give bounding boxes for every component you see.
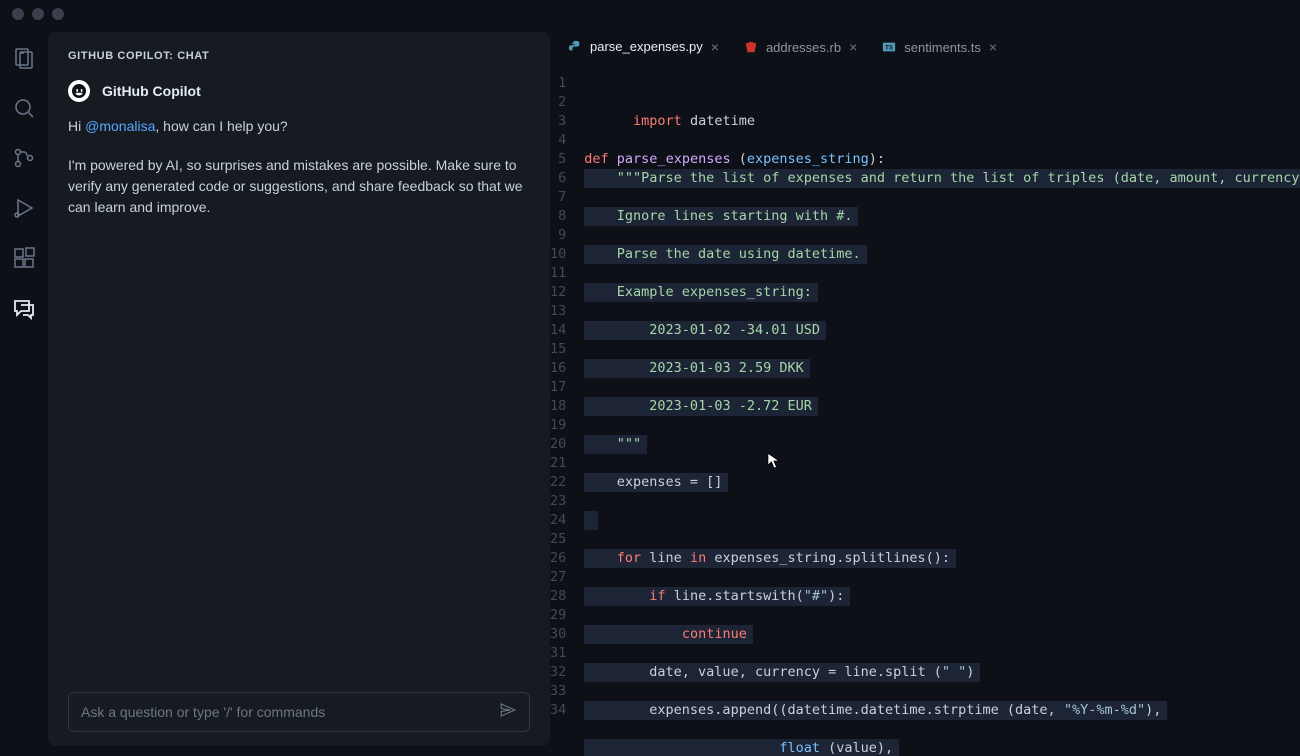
line-number: 7 bbox=[550, 188, 566, 207]
line-number: 19 bbox=[550, 416, 566, 435]
code-line[interactable]: 2023-01-03 2.59 DKK bbox=[584, 359, 809, 378]
activity-bar bbox=[0, 28, 48, 756]
copilot-chat-panel: GITHUB COPILOT: CHAT GitHub Copilot Hi @… bbox=[48, 32, 550, 746]
code-editor[interactable]: 1234567891011121314151617181920212223242… bbox=[550, 66, 1300, 756]
line-number: 32 bbox=[550, 663, 566, 682]
line-number: 29 bbox=[550, 606, 566, 625]
code-line[interactable]: continue bbox=[584, 625, 753, 644]
line-number: 33 bbox=[550, 682, 566, 701]
tab-label: parse_expenses.py bbox=[590, 39, 703, 54]
close-icon[interactable]: × bbox=[989, 39, 997, 55]
line-number: 17 bbox=[550, 378, 566, 397]
line-number: 6 bbox=[550, 169, 566, 188]
line-number: 24 bbox=[550, 511, 566, 530]
line-number: 1 bbox=[550, 74, 566, 93]
line-number: 2 bbox=[550, 93, 566, 112]
chat-body: GitHub Copilot Hi @monalisa, how can I h… bbox=[48, 80, 550, 692]
py-file-icon bbox=[568, 40, 582, 54]
copilot-avatar-icon bbox=[68, 80, 90, 102]
main-area: GITHUB COPILOT: CHAT GitHub Copilot Hi @… bbox=[0, 28, 1300, 756]
line-number: 5 bbox=[550, 150, 566, 169]
code-line[interactable]: Ignore lines starting with #. bbox=[584, 207, 858, 226]
line-number: 30 bbox=[550, 625, 566, 644]
chat-disclaimer: I'm powered by AI, so surprises and mist… bbox=[68, 155, 530, 218]
line-number: 34 bbox=[550, 701, 566, 720]
tab-addresses-rb[interactable]: addresses.rb × bbox=[732, 28, 870, 66]
line-number: 10 bbox=[550, 245, 566, 264]
tab-label: sentiments.ts bbox=[904, 40, 981, 55]
source-control-icon[interactable] bbox=[12, 146, 36, 170]
line-number: 21 bbox=[550, 454, 566, 473]
code-line[interactable]: def parse_expenses (expenses_string): bbox=[584, 151, 885, 167]
editor-area: parse_expenses.py × addresses.rb × TS sentime… bbox=[550, 28, 1300, 756]
tab-parse_expenses-py[interactable]: parse_expenses.py × bbox=[556, 28, 732, 66]
line-number: 11 bbox=[550, 264, 566, 283]
line-number: 15 bbox=[550, 340, 566, 359]
rb-file-icon bbox=[744, 40, 758, 54]
line-number: 26 bbox=[550, 549, 566, 568]
line-number: 23 bbox=[550, 492, 566, 511]
code-line[interactable]: Parse the date using datetime. bbox=[584, 245, 866, 264]
panel-title: GITHUB COPILOT: CHAT bbox=[48, 50, 550, 80]
line-number: 27 bbox=[550, 568, 566, 587]
mouse-cursor-icon bbox=[767, 452, 781, 470]
chat-input-field[interactable] bbox=[81, 704, 489, 720]
titlebar bbox=[0, 0, 1300, 28]
line-number: 3 bbox=[550, 112, 566, 131]
line-number: 31 bbox=[550, 644, 566, 663]
greeting-prefix: Hi bbox=[68, 118, 85, 134]
ts-file-icon: TS bbox=[882, 40, 896, 54]
line-number: 14 bbox=[550, 321, 566, 340]
extensions-icon[interactable] bbox=[12, 246, 36, 270]
code-line[interactable]: Example expenses_string: bbox=[584, 283, 818, 302]
search-icon[interactable] bbox=[12, 96, 36, 120]
code-line[interactable]: expenses.append((datetime.datetime.strpt… bbox=[584, 701, 1167, 720]
svg-text:TS: TS bbox=[885, 45, 893, 52]
chat-icon[interactable] bbox=[12, 296, 36, 320]
chat-input[interactable] bbox=[68, 692, 530, 732]
code-line[interactable]: 2023-01-03 -2.72 EUR bbox=[584, 397, 818, 416]
line-number: 4 bbox=[550, 131, 566, 150]
line-number: 28 bbox=[550, 587, 566, 606]
line-number: 12 bbox=[550, 283, 566, 302]
code-content[interactable]: import datetime def parse_expenses (expe… bbox=[584, 74, 1300, 756]
close-icon[interactable]: × bbox=[711, 39, 719, 55]
line-number-gutter: 1234567891011121314151617181920212223242… bbox=[550, 74, 584, 756]
explorer-icon[interactable] bbox=[12, 46, 36, 70]
tab-bar: parse_expenses.py × addresses.rb × TS sentime… bbox=[550, 28, 1300, 66]
code-line[interactable]: float (value), bbox=[584, 739, 899, 756]
close-icon[interactable]: × bbox=[849, 39, 857, 55]
send-icon[interactable] bbox=[499, 701, 517, 724]
mention: @monalisa bbox=[85, 118, 155, 134]
code-line[interactable]: for line in expenses_string.splitlines()… bbox=[584, 549, 956, 568]
line-number: 9 bbox=[550, 226, 566, 245]
code-line[interactable]: expenses = [] bbox=[584, 473, 728, 492]
code-line[interactable]: if line.startswith("#"): bbox=[584, 587, 850, 606]
code-line[interactable]: date, value, currency = line.split (" ") bbox=[584, 663, 980, 682]
line-number: 25 bbox=[550, 530, 566, 549]
line-number: 18 bbox=[550, 397, 566, 416]
bot-name: GitHub Copilot bbox=[102, 83, 201, 99]
line-number: 16 bbox=[550, 359, 566, 378]
greeting-suffix: , how can I help you? bbox=[155, 118, 287, 134]
line-number: 22 bbox=[550, 473, 566, 492]
line-number: 20 bbox=[550, 435, 566, 454]
bot-header: GitHub Copilot bbox=[68, 80, 530, 102]
close-window-icon[interactable] bbox=[12, 8, 24, 20]
code-line[interactable]: """ bbox=[584, 435, 647, 454]
chat-greeting: Hi @monalisa, how can I help you? bbox=[68, 116, 530, 137]
maximize-window-icon[interactable] bbox=[52, 8, 64, 20]
run-debug-icon[interactable] bbox=[12, 196, 36, 220]
line-number: 13 bbox=[550, 302, 566, 321]
line-number: 8 bbox=[550, 207, 566, 226]
tab-sentiments-ts[interactable]: TS sentiments.ts × bbox=[870, 28, 1010, 66]
code-line[interactable]: """Parse the list of expenses and return… bbox=[584, 169, 1300, 188]
code-line[interactable] bbox=[584, 511, 598, 530]
code-line[interactable]: 2023-01-02 -34.01 USD bbox=[584, 321, 826, 340]
code-line[interactable]: import datetime bbox=[633, 113, 755, 129]
code-line[interactable] bbox=[584, 132, 592, 148]
minimize-window-icon[interactable] bbox=[32, 8, 44, 20]
tab-label: addresses.rb bbox=[766, 40, 841, 55]
